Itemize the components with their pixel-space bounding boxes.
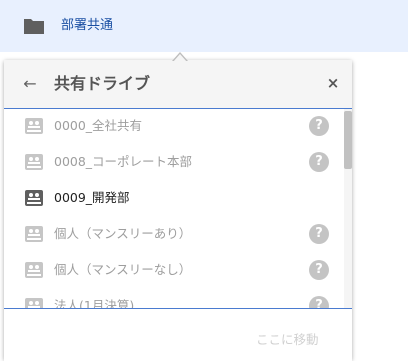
list-item[interactable]: 個人（マンスリーなし） ?: [4, 253, 344, 289]
scrollbar[interactable]: [344, 109, 352, 308]
dialog-footer: ここに移動: [4, 308, 352, 361]
list-item[interactable]: 0009_開発部: [4, 181, 344, 217]
item-label: 個人（マンスリーあり）: [54, 226, 192, 241]
item-label: 0008_コーポレート本部: [54, 154, 193, 169]
shared-drive-icon: [25, 154, 43, 170]
move-dialog: ← 共有ドライブ × 0000_全社共有 ? 0008_コーポレート本部 ? 0…: [4, 60, 352, 361]
move-here-button[interactable]: ここに移動: [256, 331, 319, 349]
scrollbar-thumb[interactable]: [344, 111, 352, 169]
back-arrow-icon[interactable]: ←: [20, 74, 40, 94]
help-icon[interactable]: ?: [309, 116, 329, 136]
shared-drive-icon: [25, 262, 43, 278]
selected-folder-row[interactable]: 部署共通: [0, 0, 408, 52]
list-item[interactable]: 法人(1月決算) ?: [4, 289, 344, 308]
dialog-title: 共有ドライブ: [54, 74, 151, 93]
item-label: 0009_開発部: [54, 190, 130, 205]
help-icon[interactable]: ?: [309, 152, 329, 172]
list-item[interactable]: 個人（マンスリーあり） ?: [4, 217, 344, 253]
help-icon[interactable]: ?: [309, 296, 329, 308]
shared-drive-icon: [25, 226, 43, 242]
folder-icon: [24, 19, 44, 34]
folder-name: 部署共通: [61, 18, 114, 33]
shared-drive-list: 0000_全社共有 ? 0008_コーポレート本部 ? 0009_開発部 個人（…: [4, 109, 352, 308]
dialog-caret-inner: [173, 54, 187, 62]
shared-drive-icon: [25, 118, 43, 134]
shared-drive-icon: [25, 298, 43, 308]
item-label: 個人（マンスリーなし）: [54, 262, 192, 277]
item-label: 法人(1月決算): [54, 298, 135, 308]
close-icon[interactable]: ×: [324, 73, 342, 93]
dialog-header: ← 共有ドライブ ×: [4, 60, 352, 109]
help-icon[interactable]: ?: [309, 260, 329, 280]
shared-drive-icon: [25, 190, 43, 206]
list-item[interactable]: 0000_全社共有 ?: [4, 109, 344, 145]
help-icon[interactable]: ?: [309, 224, 329, 244]
item-label: 0000_全社共有: [54, 118, 143, 133]
list-item[interactable]: 0008_コーポレート本部 ?: [4, 145, 344, 181]
